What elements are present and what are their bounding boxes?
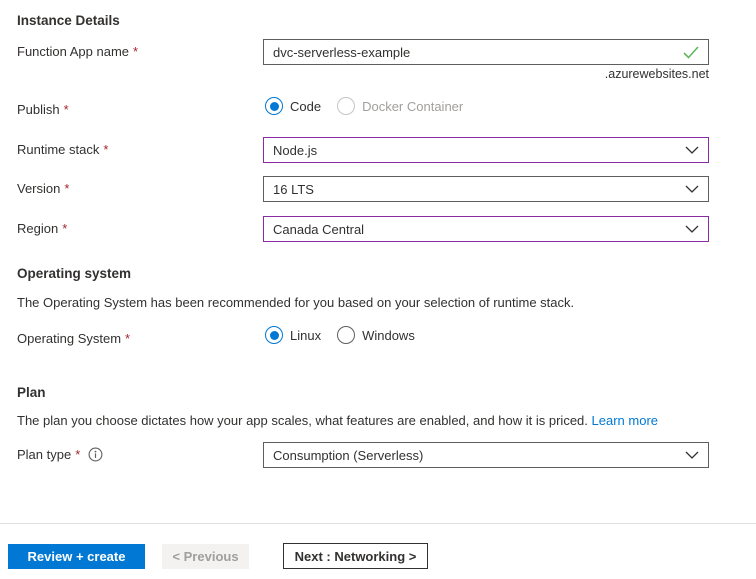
publish-radio-group: Code Docker Container <box>265 96 463 116</box>
radio-docker-container: Docker Container <box>337 97 463 115</box>
radio-code[interactable]: Code <box>265 97 321 115</box>
region-dropdown[interactable]: Canada Central <box>263 216 709 242</box>
runtime-stack-label: Runtime stack * <box>17 142 109 157</box>
section-heading-instance-details: Instance Details <box>17 13 120 28</box>
radio-selected-icon <box>265 326 283 344</box>
function-app-name-label: Function App name * <box>17 44 139 59</box>
chevron-down-icon <box>685 146 699 154</box>
radio-linux[interactable]: Linux <box>265 326 321 344</box>
operating-system-description: The Operating System has been recommende… <box>17 295 575 310</box>
info-icon[interactable] <box>88 447 103 462</box>
plan-description: The plan you choose dictates how your ap… <box>17 413 659 428</box>
section-heading-plan: Plan <box>17 385 46 400</box>
section-heading-operating-system: Operating system <box>17 266 132 281</box>
footer-divider <box>0 523 756 524</box>
function-app-name-value: dvc-serverless-example <box>273 44 411 60</box>
learn-more-link[interactable]: Learn more <box>592 413 658 428</box>
create-function-app-basics-form: Instance Details Function App name * dvc… <box>0 0 756 579</box>
radio-windows[interactable]: Windows <box>337 326 415 344</box>
chevron-down-icon <box>685 225 699 233</box>
operating-system-radio-group: Linux Windows <box>265 325 415 345</box>
required-marker: * <box>64 181 70 196</box>
previous-button[interactable]: < Previous <box>162 544 249 569</box>
valid-checkmark-icon <box>683 45 699 59</box>
version-label: Version * <box>17 181 70 196</box>
required-marker: * <box>75 447 81 462</box>
required-marker: * <box>103 142 109 157</box>
chevron-down-icon <box>685 185 699 193</box>
domain-suffix: .azurewebsites.net <box>604 67 709 81</box>
runtime-stack-dropdown[interactable]: Node.js <box>263 137 709 163</box>
chevron-down-icon <box>685 451 699 459</box>
version-dropdown[interactable]: 16 LTS <box>263 176 709 202</box>
review-create-button[interactable]: Review + create <box>8 544 145 569</box>
publish-label: Publish * <box>17 102 69 117</box>
operating-system-label: Operating System * <box>17 331 131 346</box>
required-marker: * <box>62 221 68 236</box>
radio-unselected-icon <box>337 97 356 115</box>
plan-type-label: Plan type * <box>17 447 103 462</box>
function-app-name-input[interactable]: dvc-serverless-example <box>263 39 709 65</box>
region-label: Region * <box>17 221 68 236</box>
required-marker: * <box>63 102 69 117</box>
required-marker: * <box>133 44 139 59</box>
radio-selected-icon <box>265 97 283 115</box>
plan-type-dropdown[interactable]: Consumption (Serverless) <box>263 442 709 468</box>
required-marker: * <box>125 331 131 346</box>
radio-unselected-icon <box>337 326 356 344</box>
next-networking-button[interactable]: Next : Networking > <box>283 543 428 569</box>
